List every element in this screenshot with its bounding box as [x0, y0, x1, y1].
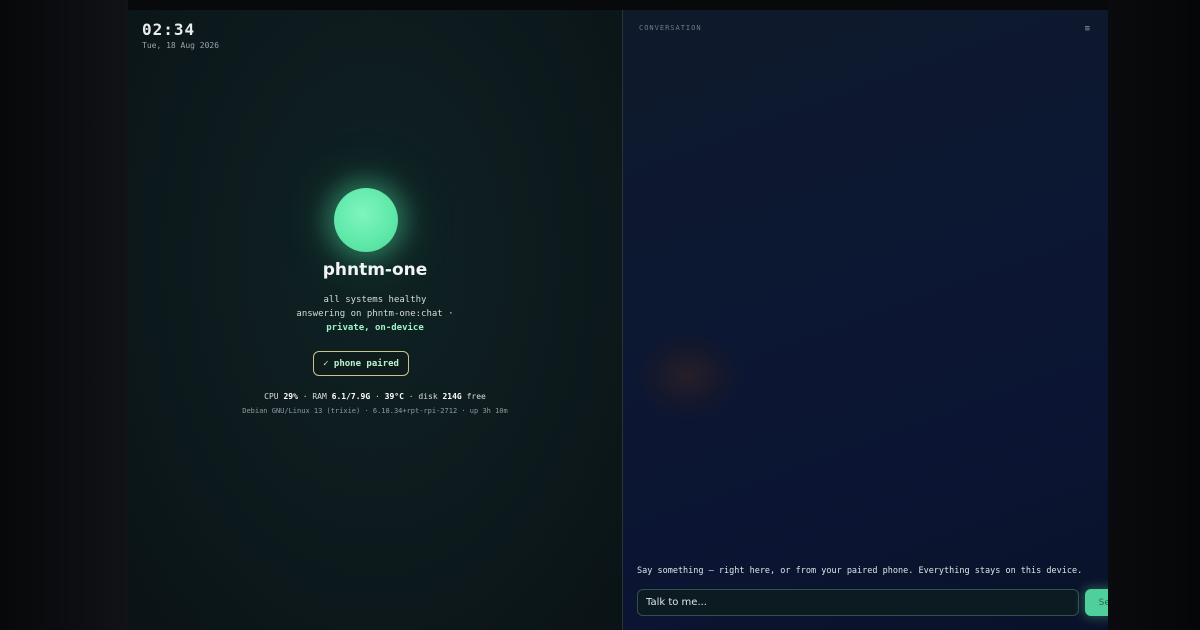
status-panel: 02:34 Tue, 18 Aug 2026 phntm-one all sys… — [128, 10, 622, 630]
conversation-label: CONVERSATION — [639, 24, 702, 32]
cpu-label: CPU — [264, 392, 279, 401]
date: Tue, 18 Aug 2026 — [142, 41, 220, 50]
device-bezel-left — [0, 0, 128, 630]
phone-paired-button[interactable]: ✓ phone paired — [313, 351, 409, 376]
disk-suffix: free — [466, 392, 486, 401]
system-info: Debian GNU/Linux 13 (trixie) · 6.18.34+r… — [242, 407, 508, 415]
health-status: all systems healthy — [323, 295, 427, 305]
ram-label: · RAM — [302, 392, 327, 401]
screen-reflection — [633, 330, 743, 420]
clock: 02:34 — [142, 20, 196, 39]
system-stats: CPU 29% · RAM 6.1/7.9G · 39°C · disk 214… — [128, 392, 622, 401]
cpu-value: 29% — [283, 392, 298, 401]
menu-icon[interactable]: ≡ — [1085, 24, 1090, 34]
answering-status: answering on phntm-one:chat · — [296, 309, 454, 319]
send-button[interactable]: Send — [1085, 589, 1108, 616]
conversation-hint: Say something — right here, or from your… — [637, 566, 1083, 576]
device-bezel-right — [1108, 0, 1200, 630]
device-screen: 02:34 Tue, 18 Aug 2026 phntm-one all sys… — [128, 10, 1108, 630]
privacy-status: private, on-device — [326, 323, 424, 333]
conversation-panel: CONVERSATION ≡ Say something — right her… — [623, 10, 1108, 630]
stats-separator: · — [375, 392, 380, 401]
disk-value: 214G — [442, 392, 462, 401]
ram-value: 6.1/7.9G — [331, 392, 371, 401]
status-orb-icon — [334, 188, 398, 252]
disk-label: · disk — [408, 392, 438, 401]
temp-value: 39°C — [384, 392, 404, 401]
device-bezel-top — [0, 0, 1200, 10]
chat-input[interactable] — [637, 589, 1079, 616]
device-name: phntm-one — [322, 260, 428, 280]
